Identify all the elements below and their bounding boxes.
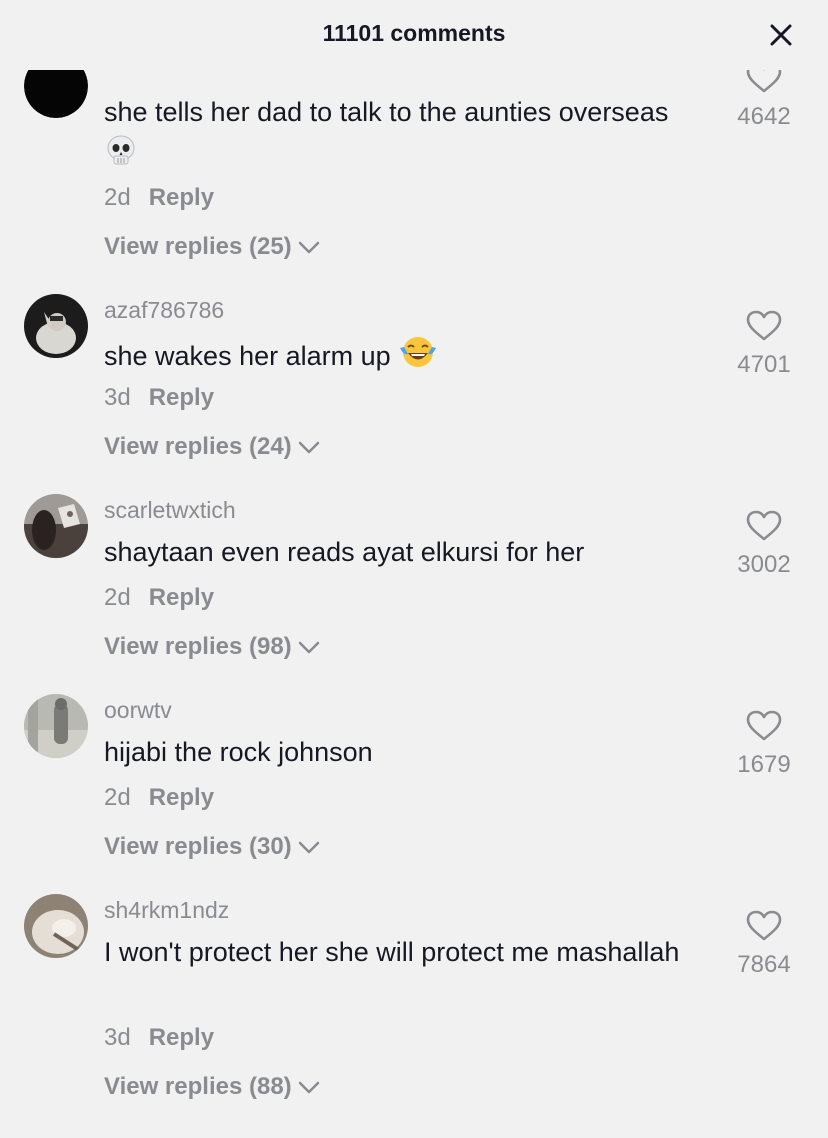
comment-username[interactable]: oorwtv [104,697,172,724]
chevron-down-icon [298,434,320,462]
view-replies-button[interactable]: View replies (30) [104,833,320,862]
comment-text: I won't protect her she will protect me … [104,932,734,973]
like-count: 4642 [737,103,791,130]
comment-text-body: she wakes her alarm up [104,341,391,372]
comment-meta: 3d Reply [104,1024,214,1052]
like-count: 3002 [737,551,791,578]
reply-button[interactable]: Reply [149,1024,214,1051]
like-group: 4642 [716,62,812,131]
chevron-down-icon [298,634,320,662]
comments-count-title: 11101 comments [322,20,506,46]
comment-meta: 3d Reply [104,384,214,412]
comment-username[interactable]: sh4rkm1ndz [104,897,229,924]
view-replies-label: View replies (25) [104,233,292,260]
comment-text-body: shaytaan even reads ayat elkursi for her [104,537,585,567]
comment-text: hijabi the rock johnson [104,732,734,773]
comment-list[interactable]: she tells her dad to talk to the aunties… [0,0,828,1138]
comment-username[interactable]: scarletwxtich [104,497,236,524]
comment-meta: 2d Reply [104,184,214,212]
view-replies-button[interactable]: View replies (25) [104,233,320,262]
view-replies-button[interactable]: View replies (24) [104,433,320,462]
close-icon[interactable] [768,22,794,48]
heart-icon[interactable] [716,910,812,947]
chevron-down-icon [298,234,320,262]
reply-button[interactable]: Reply [149,384,214,411]
view-replies-label: View replies (98) [104,633,292,660]
like-count: 1679 [737,751,791,778]
heart-icon[interactable] [716,710,812,747]
heart-icon[interactable] [716,510,812,547]
view-replies-label: View replies (30) [104,833,292,860]
comment-text: shaytaan even reads ayat elkursi for her [104,532,734,573]
chevron-down-icon [298,1074,320,1102]
like-group: 1679 [716,710,812,779]
comment-age: 2d [104,184,131,211]
view-replies-label: View replies (88) [104,1073,292,1100]
comment-age: 3d [104,384,131,411]
reply-button[interactable]: Reply [149,584,214,611]
comment-age: 3d [104,1024,131,1051]
heart-icon[interactable] [716,310,812,347]
comments-header: 11101 comments [0,0,828,70]
comment-age: 2d [104,784,131,811]
view-replies-button[interactable]: View replies (88) [104,1073,320,1102]
comment-text: she tells her dad to talk to the aunties… [104,92,734,179]
avatar[interactable] [24,494,88,558]
like-count: 4701 [737,351,791,378]
comment-text-body: I won't protect her she will protect me … [104,937,680,967]
comment-age: 2d [104,584,131,611]
avatar[interactable] [24,894,88,958]
skull-emoji-icon [104,133,138,179]
view-replies-label: View replies (24) [104,433,292,460]
comment-text-body: she tells her dad to talk to the aunties… [104,97,669,127]
chevron-down-icon [298,834,320,862]
comment-username[interactable]: azaf786786 [104,297,224,324]
reply-button[interactable]: Reply [149,784,214,811]
view-replies-button[interactable]: View replies (98) [104,633,320,662]
comment-meta: 2d Reply [104,584,214,612]
avatar[interactable] [24,694,88,758]
avatar[interactable] [24,294,88,358]
tears-of-joy-emoji-icon [398,334,438,382]
like-group: 7864 [716,910,812,979]
comment-text: she wakes her alarm up [104,334,734,382]
like-count: 7864 [737,951,791,978]
comment-meta: 2d Reply [104,784,214,812]
reply-button[interactable]: Reply [149,184,214,211]
comment-text-body: hijabi the rock johnson [104,737,373,767]
like-group: 3002 [716,510,812,579]
like-group: 4701 [716,310,812,379]
